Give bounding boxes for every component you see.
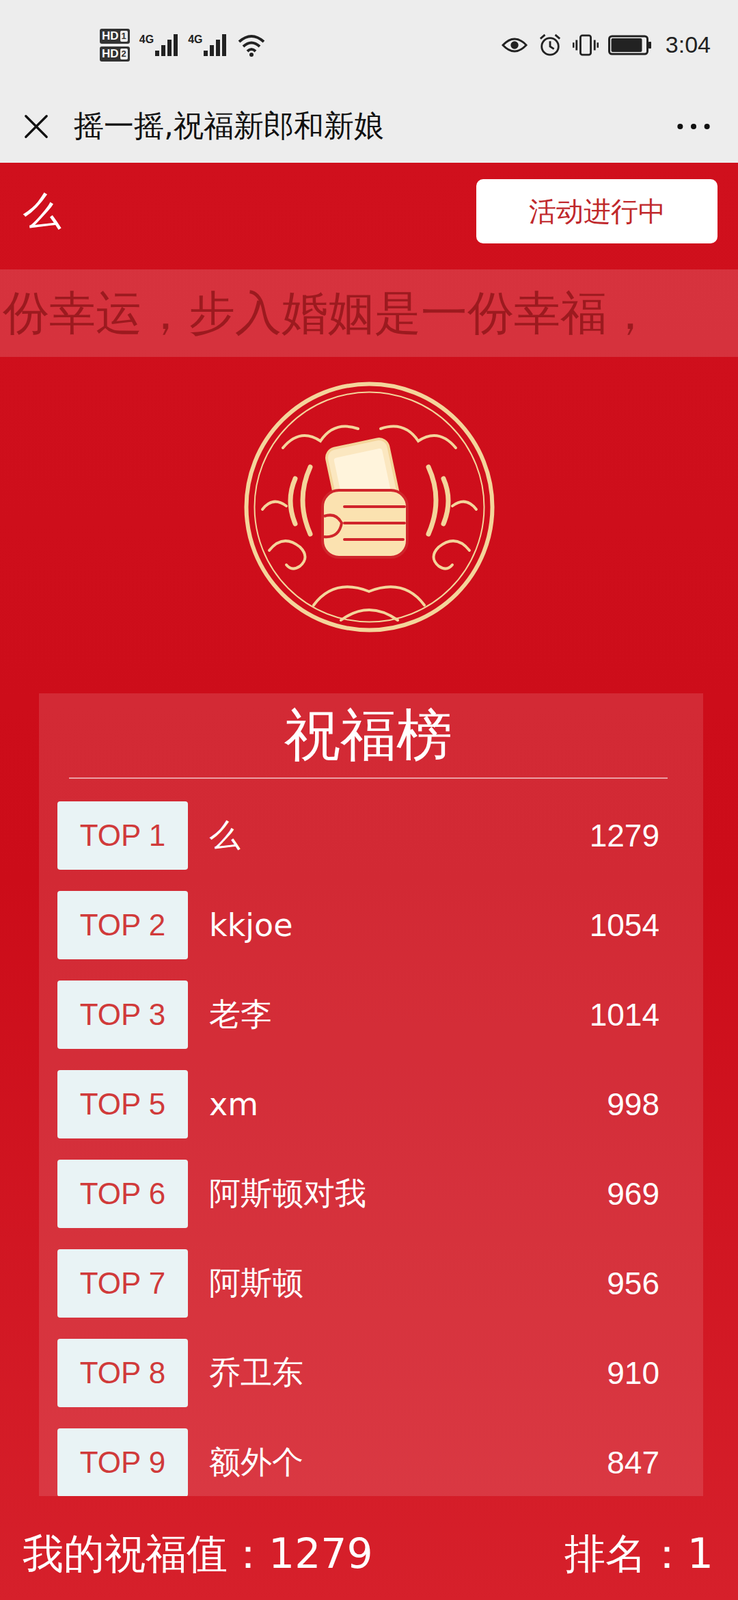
battery-icon (608, 34, 652, 57)
hd-badge: HD1 (99, 28, 130, 44)
network-signal: 4G (187, 34, 227, 57)
leaderboard-row: TOP 2 kkjoe 1054 (38, 879, 704, 969)
close-icon[interactable] (23, 113, 50, 140)
rank-badge: TOP 9 (57, 1427, 188, 1496)
wifi-icon (236, 33, 267, 57)
row-name: 么 (209, 813, 577, 857)
alarm-icon (537, 33, 564, 57)
row-name: 阿斯顿对我 (209, 1171, 594, 1215)
row-score: 1014 (589, 995, 660, 1033)
hd-badge: HD2 (99, 46, 130, 62)
hd-sim: 1 (120, 30, 128, 42)
status-bar: HD1 HD2 4G 4G 3:04 (0, 0, 738, 90)
signal-icon (155, 34, 179, 57)
rank-badge: TOP 6 (57, 1158, 188, 1228)
activity-page: 么 活动进行中份幸运，步入婚姻是一份幸福， 祝福榜 TOP 1 么 1279 TOP 2 kk… (0, 162, 738, 1599)
hd-sim: 2 (120, 48, 128, 60)
leaderboard-row: TOP 5 xm 998 (38, 1058, 704, 1148)
row-score: 1054 (589, 906, 660, 943)
hd-stack: HD1 HD2 (99, 28, 130, 62)
top-row: 么 活动进行中 (0, 179, 738, 244)
row-score: 847 (606, 1443, 660, 1481)
blessing-marquee: 份幸运，步入婚姻是一份幸福， (0, 269, 738, 357)
row-score: 969 (606, 1174, 660, 1212)
row-score: 910 (606, 1353, 660, 1391)
leaderboard-title: 祝福榜 (69, 692, 668, 779)
row-score: 956 (606, 1264, 660, 1302)
network-label: 4G (187, 34, 203, 46)
blessing-leaderboard: 祝福榜TOP 1么1279TOP 2kkjoe1054TOP 3老李1014TO… (38, 692, 704, 1496)
status-button[interactable]: 活动进行中 (476, 179, 718, 244)
row-score: 998 (606, 1085, 660, 1123)
more-icon[interactable] (676, 122, 711, 131)
row-name: 阿斯顿 (209, 1261, 594, 1304)
my-blessing-value: 我的祝福值：1279 (22, 1525, 374, 1582)
rank-badge: TOP 8 (57, 1337, 188, 1407)
status-time: 3:04 (665, 31, 711, 59)
leaderboard-row: TOP 6 阿斯顿对我 969 (38, 1148, 704, 1238)
my-rank: 排名：1 (564, 1525, 714, 1582)
my-stats-bar: 我的祝福值：1279 排名：1 (0, 1495, 738, 1599)
row-name: xm (209, 1085, 594, 1123)
title-bar: 摇一摇,祝福新郎和新娘 (0, 89, 738, 163)
rank-badge: TOP 7 (57, 1248, 188, 1317)
network-label: 4G (139, 34, 154, 46)
leaderboard-row: TOP 7 阿斯顿 956 (38, 1237, 704, 1328)
rank-badge: TOP 1 (57, 800, 188, 870)
shake-phone-icon[interactable] (241, 379, 497, 635)
phone-screen: HD1HD24G4G3:04摇一摇,祝福新郎和新娘么活动进行中份幸运，步入婚姻是… (0, 0, 738, 1599)
leaderboard-row: TOP 1 么 1279 (38, 789, 704, 880)
leaderboard-row: TOP 8 乔卫东 910 (38, 1327, 704, 1417)
row-score: 1279 (589, 816, 660, 854)
leaderboard-row: TOP 3 老李 1014 (38, 968, 704, 1059)
rank-badge: TOP 2 (57, 890, 188, 959)
signal-icon (203, 34, 227, 57)
marquee-text: 份幸运，步入婚姻是一份幸福， (2, 282, 654, 345)
row-name: 乔卫东 (209, 1350, 594, 1394)
leaderboard-row: TOP 9 额外个 847 (38, 1416, 704, 1496)
status-left: HD1 HD2 4G 4G (99, 28, 267, 62)
vibrate-icon (572, 33, 599, 57)
page-title: 摇一摇,祝福新郎和新娘 (73, 105, 677, 147)
row-name: 老李 (209, 992, 577, 1036)
leaderboard-list: TOP 1 么 1279 TOP 2 kkjoe 1054 TOP 3 老李 1014 TOP 5… (38, 778, 704, 1496)
row-name: kkjoe (209, 906, 577, 943)
rank-badge: TOP 3 (57, 979, 188, 1049)
status-right: 3:04 (501, 31, 711, 59)
row-name: 额外个 (209, 1440, 594, 1483)
network-signal: 4G (139, 34, 179, 57)
user-name: 么 (22, 185, 62, 238)
rank-badge: TOP 5 (57, 1069, 188, 1138)
eye-icon (501, 33, 528, 57)
